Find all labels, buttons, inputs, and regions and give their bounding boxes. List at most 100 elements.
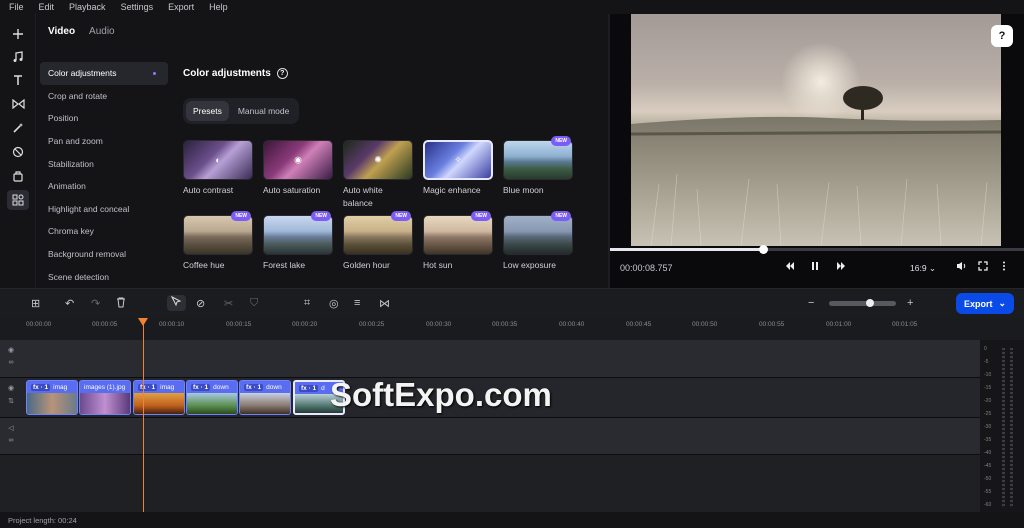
clip-name: down — [213, 383, 229, 391]
editor-tabs: Video Audio — [48, 26, 115, 37]
link-icon[interactable]: ⇅ — [8, 397, 14, 405]
filters-icon[interactable] — [7, 142, 29, 162]
preset-card[interactable]: NEW Coffee hue — [183, 211, 253, 272]
project-length: Project length: 00:24 — [8, 515, 77, 525]
menu-help[interactable]: Help — [200, 2, 234, 12]
volume-icon[interactable] — [956, 261, 967, 274]
menu-settings[interactable]: Settings — [112, 2, 160, 12]
eye-icon[interactable]: ◉ — [8, 346, 14, 354]
preset-card[interactable]: ✺ Auto white balance — [343, 140, 413, 210]
timeline-clip[interactable]: images (1).jpg — [79, 380, 131, 415]
more-options-icon[interactable] — [1002, 261, 1006, 274]
color-icon[interactable]: ◎ — [329, 297, 339, 310]
more-tools-icon[interactable] — [7, 190, 29, 210]
aspect-ratio-select[interactable]: 16:9 ⌄ — [910, 263, 936, 274]
eye-icon[interactable]: ◉ — [8, 384, 14, 392]
progress-knob[interactable] — [759, 245, 769, 254]
current-time: 00:00:08.757 — [620, 263, 673, 273]
playback-progress[interactable] — [610, 245, 1024, 254]
adjust-icon[interactable]: ≡ — [354, 297, 360, 309]
nav-scene-detection[interactable]: Scene detection — [40, 265, 168, 288]
tab-video[interactable]: Video — [48, 26, 75, 37]
manual-mode-button[interactable]: Manual mode — [231, 101, 297, 121]
rewind-icon[interactable] — [785, 261, 795, 274]
zoom-knob[interactable] — [866, 299, 874, 307]
menu-export[interactable]: Export — [159, 2, 200, 12]
link-icon[interactable]: ∞ — [9, 437, 14, 444]
audio-meter: 0 -5 -10 -15 -20 -25 -30 -35 -40 -45 -50… — [980, 340, 1024, 512]
clip-name: images (1).jpg — [84, 383, 126, 391]
music-icon[interactable] — [7, 47, 29, 67]
ruler-tick: 00:00:55 — [759, 321, 785, 328]
preset-card[interactable]: NEW Low exposure — [503, 211, 573, 272]
preset-card[interactable]: ◐ Auto contrast — [183, 140, 253, 197]
timeline-clip[interactable]: fx · 1 imag — [26, 380, 78, 415]
nav-highlight-conceal[interactable]: Highlight and conceal — [40, 198, 168, 221]
audio-track[interactable]: ◁ ∞ — [0, 418, 980, 454]
nav-stabilization[interactable]: Stabilization — [40, 152, 168, 175]
ruler-tick: 00:00:25 — [359, 321, 385, 328]
meter-label: -45 — [984, 463, 992, 469]
playhead[interactable] — [143, 318, 144, 512]
nav-position[interactable]: Position — [40, 107, 168, 130]
presets-button[interactable]: Presets — [186, 101, 229, 121]
nav-pan-zoom[interactable]: Pan and zoom — [40, 130, 168, 153]
preset-card[interactable]: NEW Blue moon — [503, 136, 573, 197]
nav-crop-rotate[interactable]: Crop and rotate — [40, 85, 168, 108]
link-icon[interactable]: ∞ — [9, 359, 14, 366]
fullscreen-icon[interactable] — [978, 261, 988, 274]
transition-icon[interactable]: ⋈ — [379, 297, 390, 310]
nav-chroma-key[interactable]: Chroma key — [40, 220, 168, 243]
preset-card[interactable]: NEW Hot sun — [423, 211, 493, 272]
playhead-handle[interactable] — [138, 318, 148, 326]
preset-card[interactable]: ✧ Magic enhance — [423, 140, 493, 197]
timeline-ruler[interactable]: 00:00:00 00:00:05 00:00:10 00:00:15 00:0… — [0, 318, 1024, 340]
text-icon[interactable] — [7, 70, 29, 90]
zoom-in-icon[interactable]: + — [907, 297, 913, 309]
stickers-icon[interactable] — [7, 166, 29, 186]
pause-icon[interactable] — [810, 261, 820, 274]
preset-card[interactable]: NEW Golden hour — [343, 211, 413, 272]
nav-color-adjustments[interactable]: Color adjustments — [40, 62, 168, 85]
fast-forward-icon[interactable] — [836, 261, 846, 274]
zoom-slider[interactable] — [829, 301, 896, 306]
add-icon[interactable] — [7, 24, 29, 44]
tab-audio[interactable]: Audio — [89, 26, 115, 37]
zoom-out-icon[interactable]: − — [808, 297, 814, 309]
speaker-icon[interactable]: ◁ — [8, 424, 13, 432]
clip-name: d — [321, 384, 325, 392]
preset-thumbnail: ✺ — [343, 140, 413, 180]
video-frame[interactable] — [630, 14, 1002, 247]
progress-fill — [610, 248, 764, 251]
nav-label: Highlight and conceal — [48, 203, 130, 214]
menu-file[interactable]: File — [0, 2, 30, 12]
empty-track-area[interactable] — [0, 455, 980, 512]
redo-icon[interactable]: ↷ — [91, 297, 100, 310]
help-button[interactable]: ? — [991, 25, 1013, 47]
watermark: SoftExpo.com — [330, 376, 552, 413]
menu-edit[interactable]: Edit — [30, 2, 61, 12]
delete-icon[interactable] — [116, 297, 126, 311]
ripple-tool-icon[interactable]: ⊘ — [196, 297, 205, 310]
add-track-icon[interactable]: ⊞ — [31, 297, 40, 310]
timeline-clip[interactable]: fx · 1 down — [239, 380, 291, 415]
timeline-clip[interactable]: fx · 1 imag — [133, 380, 185, 415]
preset-card[interactable]: ◉ Auto saturation — [263, 140, 333, 197]
export-button[interactable]: Export ⌄ — [956, 293, 1014, 314]
track-controls: ◉ ∞ — [0, 340, 22, 366]
preset-thumbnail — [263, 215, 333, 255]
nav-background-removal[interactable]: Background removal — [40, 243, 168, 266]
transitions-icon[interactable] — [7, 94, 29, 114]
timeline-clip[interactable]: fx · 1 down — [186, 380, 238, 415]
select-tool-icon[interactable] — [167, 295, 186, 311]
scissors-icon[interactable]: ✂ — [224, 297, 233, 310]
menu-playback[interactable]: Playback — [60, 2, 112, 12]
crop-icon[interactable]: ⌗ — [304, 297, 310, 310]
help-icon[interactable]: ? — [276, 67, 288, 79]
overlay-track[interactable]: ◉ ∞ — [0, 340, 980, 377]
marker-icon[interactable]: ⛉ — [250, 297, 258, 310]
preset-card[interactable]: NEW Forest lake — [263, 211, 333, 272]
undo-icon[interactable]: ↶ — [65, 297, 74, 310]
nav-animation[interactable]: Animation — [40, 175, 168, 198]
magic-wand-icon[interactable] — [7, 118, 29, 138]
